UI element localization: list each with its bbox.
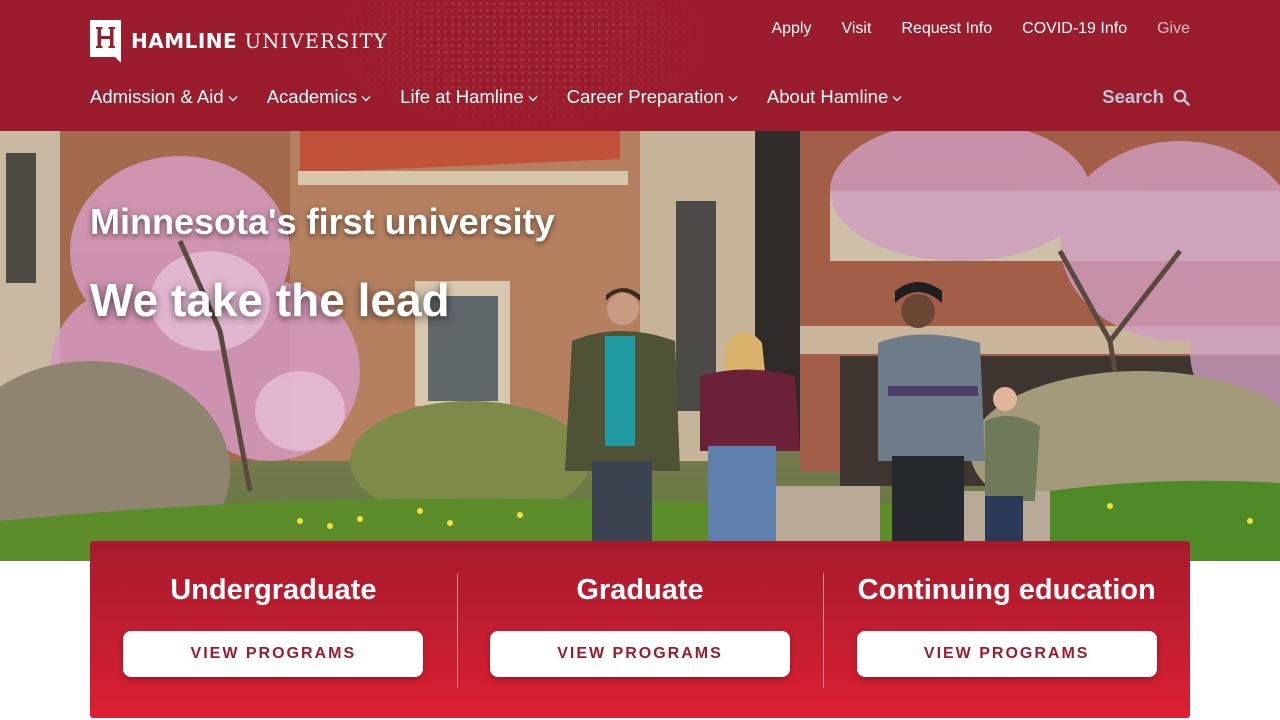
view-programs-continuing-education-button[interactable]: VIEW PROGRAMS <box>856 631 1157 677</box>
nav-admission-aid-label: Admission & Aid <box>90 86 224 107</box>
covid-info-link[interactable]: COVID-19 Info <box>1022 19 1127 39</box>
nav-about-hamline[interactable]: About Hamline <box>767 86 902 108</box>
view-programs-graduate-button[interactable]: VIEW PROGRAMS <box>490 631 790 677</box>
logo-wordmark-rest: UNIVERSITY <box>244 30 388 53</box>
program-title: Graduate <box>576 574 704 606</box>
hero-campus-photo <box>0 131 1280 561</box>
hero-tagline: Minnesota's first university <box>90 201 555 242</box>
request-info-link[interactable]: Request Info <box>901 19 992 39</box>
nav-about-label: About Hamline <box>766 86 889 107</box>
nav-career-label: Career Preparation <box>566 86 724 107</box>
chevron-down-icon <box>228 95 238 101</box>
nav-life-label: Life at Hamline <box>400 86 524 107</box>
utility-nav: Apply Visit Request Info COVID-19 Info G… <box>771 19 1190 39</box>
chevron-down-icon <box>528 95 538 101</box>
shield-logo-icon <box>90 19 121 63</box>
logo-wordmark: HAMLINE UNIVERSITY <box>131 29 388 53</box>
program-undergraduate: Undergraduate VIEW PROGRAMS <box>90 541 457 718</box>
program-title: Continuing education <box>857 574 1156 606</box>
nav-career-preparation[interactable]: Career Preparation <box>567 86 738 108</box>
view-programs-undergraduate-button[interactable]: VIEW PROGRAMS <box>123 631 424 677</box>
search-label: Search <box>1102 86 1164 107</box>
visit-link[interactable]: Visit <box>841 19 871 39</box>
nav-life-at-hamline[interactable]: Life at Hamline <box>400 86 538 108</box>
hamline-logo[interactable]: HAMLINE UNIVERSITY <box>90 19 388 63</box>
program-graduate: Graduate VIEW PROGRAMS <box>456 541 824 718</box>
hero-banner: Minnesota's first university We take the… <box>0 131 1280 561</box>
nav-academics[interactable]: Academics <box>267 86 371 108</box>
hero-headline: We take the lead <box>90 274 450 326</box>
program-title: Undergraduate <box>170 574 377 606</box>
give-link[interactable]: Give <box>1157 19 1190 39</box>
site-header: HAMLINE UNIVERSITY Apply Visit Request I… <box>0 0 1280 131</box>
logo-wordmark-bold: HAMLINE <box>131 29 238 53</box>
search-button[interactable]: Search <box>1102 86 1190 108</box>
chevron-down-icon <box>892 95 902 101</box>
apply-link[interactable]: Apply <box>771 19 811 39</box>
main-nav: Admission & Aid Academics Life at Hamlin… <box>90 86 902 108</box>
nav-academics-label: Academics <box>266 86 358 107</box>
chevron-down-icon <box>361 95 371 101</box>
chevron-down-icon <box>728 95 738 101</box>
programs-panel: Undergraduate VIEW PROGRAMS Graduate VIE… <box>90 541 1190 718</box>
search-icon <box>1173 89 1190 106</box>
nav-admission-aid[interactable]: Admission & Aid <box>90 86 238 108</box>
program-continuing-education: Continuing education VIEW PROGRAMS <box>823 541 1190 718</box>
